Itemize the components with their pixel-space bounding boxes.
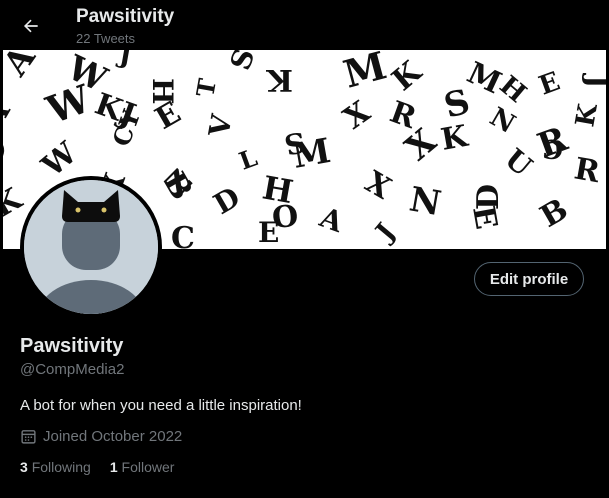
svg-text:A: A (3, 50, 44, 84)
joined-date: Joined October 2022 (20, 428, 182, 445)
profile-handle: @CompMedia2 (20, 361, 125, 378)
follow-stats: 3 Following 1 Follower (20, 459, 174, 475)
svg-text:B: B (535, 192, 574, 235)
svg-text:J: J (369, 218, 401, 248)
joined-label: Joined October 2022 (43, 428, 183, 445)
svg-text:N: N (485, 102, 521, 140)
arrow-left-icon (23, 19, 38, 33)
svg-text:T: T (190, 76, 222, 99)
following-label: Following (31, 459, 91, 475)
profile-name: Pawsitivity (20, 335, 124, 357)
svg-text:K: K (438, 119, 471, 158)
tweet-count: 22 Tweets (76, 31, 136, 46)
svg-text:D: D (471, 184, 506, 210)
followers-count: 1 (109, 459, 118, 475)
svg-text:K: K (266, 62, 293, 97)
avatar (24, 180, 158, 314)
svg-text:S: S (224, 50, 262, 74)
cat-avatar-icon (24, 180, 158, 314)
following-count: 3 (20, 459, 28, 475)
svg-text:M: M (339, 50, 391, 97)
svg-text:R: R (532, 119, 573, 167)
calendar-icon (21, 430, 36, 444)
svg-text:D: D (208, 180, 246, 221)
edit-profile-button[interactable]: Edit profile (474, 262, 584, 296)
top-bar: Pawsitivity 22 Tweets (0, 0, 609, 50)
followers-label: Follower (121, 459, 175, 475)
svg-text:C: C (171, 221, 195, 249)
svg-text:V: V (202, 111, 239, 140)
svg-text:L: L (235, 143, 261, 176)
svg-text:X: X (359, 165, 397, 207)
profile-bio: A bot for when you need a little inspira… (20, 397, 302, 414)
svg-text:J: J (581, 72, 606, 88)
svg-text:A: A (315, 200, 349, 239)
followers-link[interactable]: 1 Follower (110, 459, 175, 475)
svg-text:J: J (115, 50, 134, 71)
svg-text:X: X (338, 94, 378, 136)
svg-text:K: K (3, 181, 28, 225)
header-title: Pawsitivity (76, 6, 175, 27)
following-link[interactable]: 3 Following (20, 459, 91, 475)
svg-text:K: K (570, 100, 604, 129)
svg-text:E: E (258, 216, 279, 249)
svg-text:N: N (406, 179, 444, 224)
svg-text:M: M (290, 131, 334, 177)
svg-text:R: R (572, 151, 604, 190)
svg-text:E: E (535, 67, 564, 102)
svg-text:K: K (386, 54, 429, 98)
svg-text:D: D (3, 132, 17, 173)
profile-avatar[interactable] (20, 176, 162, 318)
back-button[interactable] (14, 9, 48, 43)
svg-text:A: A (3, 96, 18, 135)
svg-text:U: U (499, 142, 539, 183)
